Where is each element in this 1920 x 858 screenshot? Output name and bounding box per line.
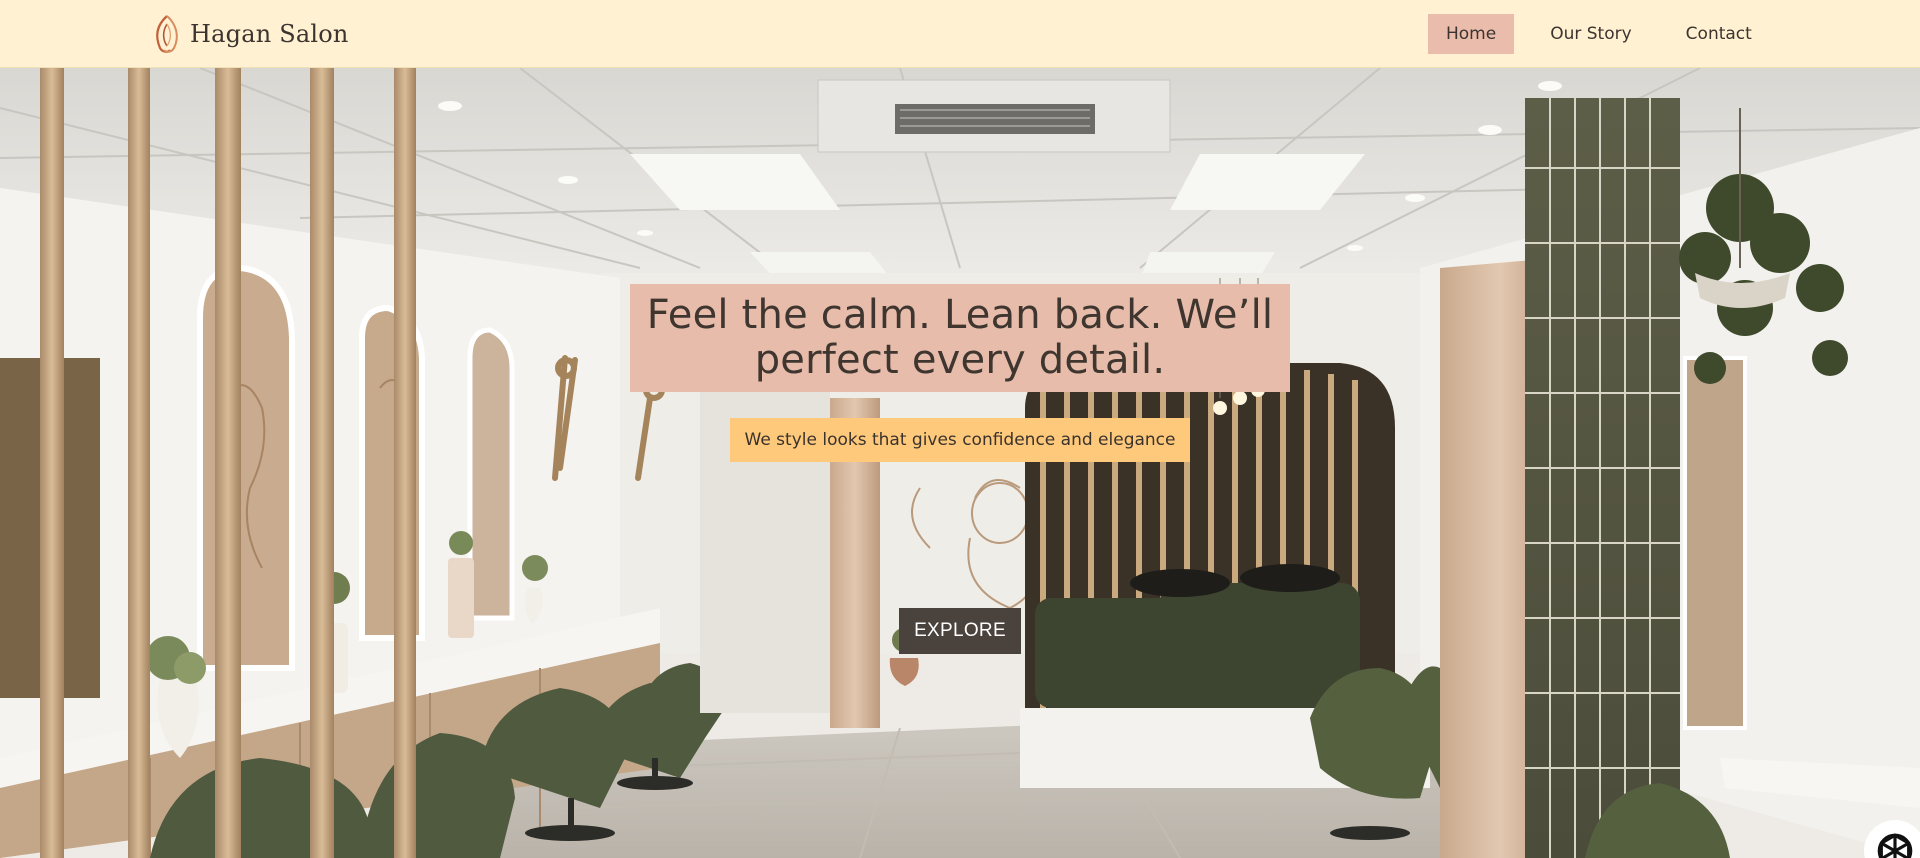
brand-logo-link[interactable]: Hagan Salon [148,14,349,54]
site-header: Hagan Salon Home Our Story Contact [0,0,1920,68]
hero-headline: Feel the calm. Lean back. We’ll perfect … [646,292,1274,383]
explore-button[interactable]: EXPLORE [899,608,1021,654]
nav-item-contact[interactable]: Contact [1668,14,1770,54]
chat-assistant-icon [1877,833,1913,858]
salon-interior-photo [0,68,1920,858]
headline-banner: Feel the calm. Lean back. We’ll perfect … [630,284,1290,392]
nav-item-home[interactable]: Home [1428,14,1515,54]
hero-section: Feel the calm. Lean back. We’ll perfect … [0,68,1920,858]
nav-item-our-story[interactable]: Our Story [1532,14,1649,54]
brand-name: Hagan Salon [190,20,349,48]
main-nav: Home Our Story Contact [1428,14,1770,54]
flame-leaf-icon [156,15,178,53]
hero-subheadline: We style looks that gives confidence and… [730,418,1190,462]
